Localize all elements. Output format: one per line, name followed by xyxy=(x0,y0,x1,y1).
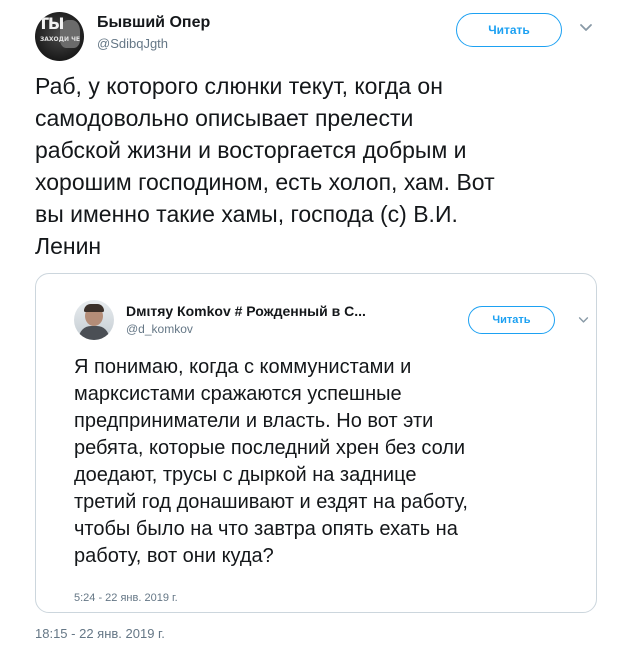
chevron-down-icon[interactable] xyxy=(579,20,593,34)
quoted-text-line: ребята, которые последний хрен без соли xyxy=(74,437,466,459)
tweet-text-line: вы именно такие хамы, господа (с) В.И. xyxy=(35,201,458,227)
quoted-text-line: Я понимаю, когда с коммунистами и xyxy=(74,356,412,378)
follow-button[interactable]: Читать xyxy=(456,13,562,47)
tweet-card: ТЫ ЗАХОДИ ЧЕ Бывший Опер @SdibqJgth Чита… xyxy=(0,0,631,650)
tweet-text-line: Раб, у которого слюнки текут, когда он xyxy=(35,73,443,99)
tweet-text: Раб, у которого слюнки текут, когда он с… xyxy=(35,70,605,262)
author-name[interactable]: Бывший Опер xyxy=(97,14,210,32)
quoted-tweet-text: Я понимаю, когда с коммунистами и маркси… xyxy=(74,354,584,570)
quoted-tweet[interactable]: Dмιтяу Кomkov # Рожденный в С... @d_komk… xyxy=(35,273,597,613)
avatar-subtext: ЗАХОДИ ЧЕ xyxy=(40,36,81,43)
quoted-text-line: доедают, трусы с дыркой на заднице xyxy=(74,464,417,486)
quoted-text-line: предприниматели и власть. Но вот эти xyxy=(74,410,434,432)
quoted-timestamp[interactable]: 5:24 - 22 янв. 2019 г. xyxy=(74,592,178,604)
quoted-text-line: марксистами сражаются успешные xyxy=(74,383,402,405)
author-avatar[interactable]: ТЫ ЗАХОДИ ЧЕ xyxy=(35,12,84,61)
quoted-author-handle[interactable]: @d_komkov xyxy=(126,322,193,336)
tweet-text-line: самодовольно описывает прелести xyxy=(35,105,414,131)
quoted-author-name[interactable]: Dмιтяу Кomkov # Рожденный в С... xyxy=(126,303,366,319)
avatar-hair-shape xyxy=(84,304,104,312)
quoted-text-line: работу, вот они куда? xyxy=(74,545,274,567)
quoted-author-avatar[interactable] xyxy=(74,300,114,340)
quoted-text-line: чтобы было на что завтра опять ехать на xyxy=(74,518,458,540)
quoted-follow-button[interactable]: Читать xyxy=(468,306,555,334)
tweet-text-line: рабской жизни и восторгается добрым и xyxy=(35,137,467,163)
tweet-timestamp[interactable]: 18:15 - 22 янв. 2019 г. xyxy=(35,626,165,641)
avatar-text: ТЫ xyxy=(38,14,64,33)
tweet-text-line: Ленин xyxy=(35,233,102,259)
chevron-down-icon[interactable] xyxy=(578,314,589,325)
quoted-text-line: третий год донашивают и ездят на работу, xyxy=(74,491,468,513)
avatar-body-shape xyxy=(79,326,109,340)
author-handle[interactable]: @SdibqJgth xyxy=(97,36,168,51)
tweet-text-line: хорошим господином, есть холоп, хам. Вот xyxy=(35,169,495,195)
